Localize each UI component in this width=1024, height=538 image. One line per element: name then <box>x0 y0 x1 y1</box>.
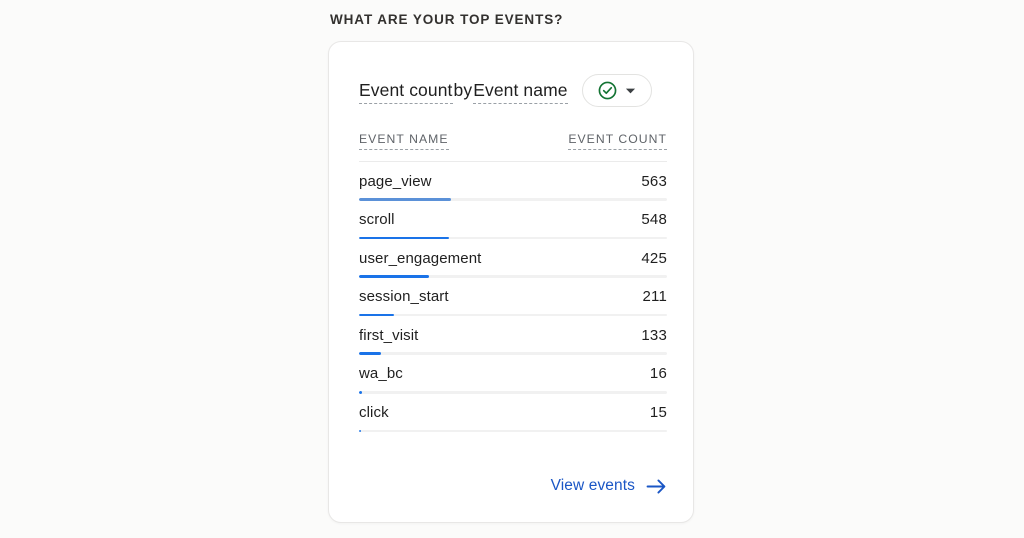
event-count-cell: 15 <box>649 404 667 422</box>
check-circle-icon <box>597 80 618 101</box>
metric-dimension-chip[interactable]: Event count <box>359 80 453 104</box>
table-row[interactable]: click 15 <box>359 394 667 433</box>
breakdown-dimension-chip[interactable]: Event name <box>473 80 568 104</box>
event-count-cell: 211 <box>642 288 667 306</box>
events-table: EVENT NAME EVENT COUNT page_view 563 scrol… <box>359 132 667 433</box>
page-title: WHAT ARE YOUR TOP EVENTS? <box>330 12 564 27</box>
event-name-cell: wa_bc <box>359 365 403 383</box>
table-header-row: EVENT NAME EVENT COUNT <box>359 132 667 153</box>
view-events-label: View events <box>550 477 635 494</box>
arrow-right-icon <box>646 478 667 495</box>
card-title-row: Event countbyEvent name <box>359 74 667 107</box>
event-name-cell: user_engagement <box>359 249 482 267</box>
bar-fill <box>359 429 362 433</box>
view-events-link[interactable]: View events <box>551 477 667 495</box>
table-row[interactable]: scroll 548 <box>359 201 667 240</box>
event-count-cell: 425 <box>641 249 667 267</box>
column-header-event-name[interactable]: EVENT NAME <box>359 132 449 150</box>
event-name-cell: page_view <box>359 172 432 190</box>
event-name-cell: scroll <box>359 211 395 229</box>
table-row[interactable]: wa_bc 16 <box>359 355 667 394</box>
card-title: Event countbyEvent name <box>359 80 568 104</box>
column-header-event-count[interactable]: EVENT COUNT <box>568 132 667 150</box>
bar-track <box>359 429 667 433</box>
table-row[interactable]: first_visit 133 <box>359 316 667 355</box>
event-name-cell: first_visit <box>359 326 419 344</box>
table-body: page_view 563 scroll 548 user_engagement 425 s… <box>359 162 667 433</box>
table-row[interactable]: session_start 211 <box>359 278 667 317</box>
event-count-cell: 133 <box>641 326 667 344</box>
card-content: Event countbyEvent name EVENT NAME EVENT… <box>359 42 667 522</box>
event-name-cell: click <box>359 404 389 422</box>
event-name-cell: session_start <box>359 288 449 306</box>
event-count-cell: 563 <box>641 172 667 190</box>
event-count-cell: 548 <box>641 211 667 229</box>
top-events-card: Event countbyEvent name EVENT NAME EVENT… <box>328 41 694 523</box>
chevron-down-icon <box>625 87 636 95</box>
chart-type-selector[interactable] <box>581 74 652 107</box>
table-row[interactable]: page_view 563 <box>359 162 667 201</box>
title-connector: by <box>453 80 473 100</box>
table-row[interactable]: user_engagement 425 <box>359 239 667 278</box>
event-count-cell: 16 <box>649 365 667 383</box>
